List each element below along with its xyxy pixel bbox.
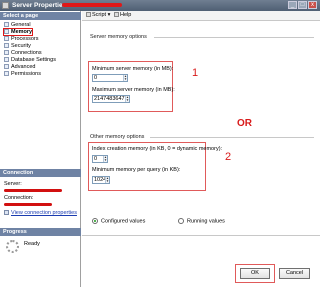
- progress-status: Ready: [24, 241, 40, 247]
- page-icon: [4, 29, 9, 34]
- page-icon: [4, 43, 9, 48]
- annotation-or: OR: [237, 118, 252, 129]
- redacted-server-name: [62, 3, 122, 7]
- page-icon: [4, 64, 9, 69]
- page-item-general[interactable]: General: [4, 22, 31, 28]
- script-button[interactable]: Script ▾: [86, 12, 110, 18]
- connection-header: Connection: [0, 169, 81, 177]
- help-icon: [114, 12, 119, 18]
- annotation-2: 2: [225, 151, 232, 163]
- spinner-arrows-icon[interactable]: ▲ ▼: [103, 156, 107, 162]
- configured-values-radio[interactable]: Configured values: [92, 218, 145, 224]
- connection-icon: [4, 210, 9, 216]
- toolbar: Script ▾ Help: [82, 11, 320, 21]
- section-divider: [150, 137, 314, 138]
- server-label: Server:: [4, 181, 22, 187]
- close-button[interactable]: x: [308, 1, 317, 9]
- page-item-permissions[interactable]: Permissions: [4, 71, 41, 77]
- page-item-security[interactable]: Security: [4, 43, 31, 49]
- section-divider: [154, 37, 314, 38]
- script-icon: [86, 12, 91, 18]
- select-page-header: Select a page: [0, 12, 81, 20]
- min-query-memory-input[interactable]: 1024 ▲ ▼: [92, 176, 110, 184]
- title-bar: Server Properties - _ □ x: [0, 0, 320, 11]
- page-icon: [4, 36, 9, 41]
- page-item-memory[interactable]: Memory: [2, 28, 34, 36]
- page-item-advanced[interactable]: Advanced: [4, 64, 35, 70]
- left-pane: Select a page General Memory Processors …: [0, 11, 81, 287]
- maximize-button[interactable]: □: [298, 1, 307, 9]
- main-pane: Server memory options Minimum server mem…: [82, 21, 320, 287]
- page-item-processors[interactable]: Processors: [4, 36, 39, 42]
- minimize-button[interactable]: _: [288, 1, 297, 9]
- window-icon: [2, 2, 9, 9]
- spinner-arrows-icon[interactable]: ▲ ▼: [105, 177, 109, 183]
- running-values-radio[interactable]: Running values: [178, 218, 225, 224]
- page-item-connections[interactable]: Connections: [4, 50, 42, 56]
- min-query-memory-label: Minimum memory per query (in KB):: [92, 167, 181, 173]
- page-icon: [4, 50, 9, 55]
- page-icon: [4, 22, 9, 27]
- max-server-memory-label: Maximum server memory (in MB):: [92, 87, 175, 93]
- radio-unselected-icon: [178, 218, 184, 224]
- ok-button[interactable]: OK: [240, 268, 270, 279]
- progress-spinner-icon: [6, 240, 19, 253]
- radio-selected-icon: [92, 218, 98, 224]
- redacted-connection-value: [4, 203, 52, 206]
- min-server-memory-input[interactable]: 0 ▲ ▼: [92, 74, 128, 82]
- max-server-memory-input[interactable]: 2147483647 ▲ ▼: [92, 95, 130, 103]
- cancel-button[interactable]: Cancel: [279, 268, 310, 279]
- help-button[interactable]: Help: [114, 12, 131, 18]
- redacted-server-value: [4, 189, 62, 192]
- page-item-database-settings[interactable]: Database Settings: [4, 57, 56, 63]
- spinner-arrows-icon[interactable]: ▲ ▼: [125, 96, 129, 102]
- page-icon: [4, 71, 9, 76]
- bottom-separator: [82, 235, 320, 236]
- other-memory-section-title: Other memory options: [90, 134, 145, 140]
- page-icon: [4, 57, 9, 62]
- spinner-arrows-icon[interactable]: ▲ ▼: [123, 75, 127, 81]
- min-server-memory-label: Minimum server memory (in MB):: [92, 66, 174, 72]
- index-memory-label: Index creation memory (in KB, 0 = dynami…: [92, 146, 223, 152]
- server-memory-section-title: Server memory options: [90, 34, 147, 40]
- annotation-1: 1: [192, 67, 199, 79]
- connection-label: Connection:: [4, 195, 34, 201]
- progress-header: Progress: [0, 228, 81, 236]
- index-memory-input[interactable]: 0 ▲ ▼: [92, 155, 108, 163]
- view-connection-link[interactable]: View connection properties: [4, 210, 77, 216]
